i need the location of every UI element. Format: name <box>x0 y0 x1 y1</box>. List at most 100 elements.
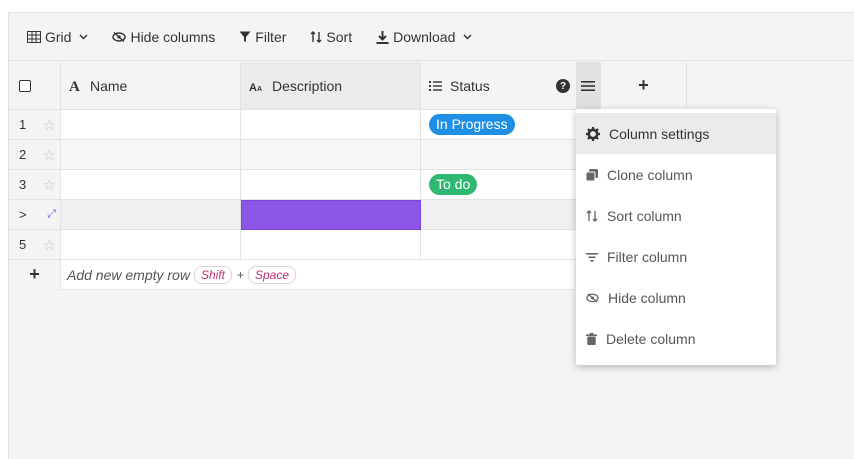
shortcut-plus: + <box>236 267 244 282</box>
table-row[interactable]: > ⤢ <box>9 200 577 230</box>
long-text-icon: AA <box>249 82 262 92</box>
column-header-name[interactable]: A Name <box>61 62 241 110</box>
filter-button[interactable]: Filter <box>231 22 294 52</box>
cell-status[interactable]: In Progress <box>421 110 577 140</box>
menu-item-label: Clone column <box>607 166 693 183</box>
chevron-down-icon <box>463 33 472 40</box>
column-header-label: Name <box>90 77 128 94</box>
menu-item-label: Hide column <box>608 289 686 306</box>
sort-icon <box>310 30 322 43</box>
toolbar: Grid Hide columns Filter Sort Download <box>9 13 854 61</box>
gear-icon <box>586 126 600 141</box>
star-icon[interactable]: ☆ <box>43 146 56 164</box>
select-all-cell <box>9 62 61 110</box>
row-number: 1 <box>19 117 27 132</box>
filter-icon <box>239 31 251 42</box>
star-icon[interactable]: ☆ <box>43 236 56 254</box>
eye-slash-icon <box>112 31 127 42</box>
row-number: 2 <box>19 147 27 162</box>
cell-description-selected[interactable] <box>241 200 421 230</box>
table-row[interactable]: 5 ☆ <box>9 230 577 260</box>
select-all-checkbox[interactable] <box>19 79 31 92</box>
status-badge: In Progress <box>429 114 515 135</box>
filter-label: Filter <box>255 28 287 45</box>
column-header-status[interactable]: Status ? <box>421 62 601 110</box>
row-handle[interactable]: 3 ☆ <box>9 170 61 200</box>
shortcut-key: Shift <box>193 265 232 284</box>
sort-button[interactable]: Sort <box>302 22 360 52</box>
add-column-button[interactable]: + <box>601 62 687 110</box>
cell-description[interactable] <box>241 170 421 200</box>
clone-icon <box>586 168 598 181</box>
star-icon[interactable]: ☆ <box>43 176 56 194</box>
add-column-plus: + <box>638 75 649 95</box>
expand-row-icon[interactable]: ⤢ <box>47 208 56 221</box>
row-expand-chevron[interactable]: > <box>19 207 27 222</box>
column-context-menu: Column settings Clone column Sort column… <box>576 109 776 365</box>
menu-item-delete-column[interactable]: Delete column <box>576 318 776 359</box>
column-header-label: Status <box>450 77 490 94</box>
menu-item-filter-column[interactable]: Filter column <box>576 236 776 277</box>
table-row[interactable]: 3 ☆ To do <box>9 170 577 200</box>
cell-description[interactable] <box>241 140 421 170</box>
cell-name[interactable] <box>61 110 241 140</box>
column-tools: ? <box>556 62 600 110</box>
cell-name[interactable] <box>61 200 241 230</box>
table-row[interactable]: 2 ☆ <box>9 140 577 170</box>
column-header-label: Description <box>272 77 343 94</box>
menu-item-column-settings[interactable]: Column settings <box>576 113 776 154</box>
row-handle[interactable]: 1 ☆ <box>9 110 61 140</box>
add-row-bar[interactable]: + Add new empty row Shift + Space <box>9 259 575 290</box>
cell-name[interactable] <box>61 140 241 170</box>
download-button[interactable]: Download <box>368 22 480 52</box>
sort-icon <box>586 209 598 222</box>
row-number: 3 <box>19 177 27 192</box>
download-icon <box>376 30 389 44</box>
star-icon[interactable]: ☆ <box>43 116 56 134</box>
row-handle[interactable]: 2 ☆ <box>9 140 61 170</box>
hamburger-icon <box>581 81 595 91</box>
table-row[interactable]: 1 ☆ In Progress <box>9 110 577 140</box>
row-handle[interactable]: > ⤢ <box>9 200 61 230</box>
add-row-text: Add new empty row <box>67 266 190 283</box>
menu-item-hide-column[interactable]: Hide column <box>576 277 776 318</box>
hide-columns-label: Hide columns <box>130 28 216 45</box>
shortcut-key: Space <box>247 265 297 284</box>
chevron-down-icon <box>79 33 88 40</box>
cell-status[interactable] <box>421 140 577 170</box>
cell-name[interactable] <box>61 170 241 200</box>
menu-item-label: Sort column <box>607 207 682 224</box>
status-badge: To do <box>429 174 478 195</box>
sort-label: Sort <box>326 28 353 45</box>
menu-item-label: Filter column <box>607 248 688 265</box>
svg-text:A: A <box>249 82 257 92</box>
eye-slash-icon <box>586 292 599 303</box>
menu-item-label: Column settings <box>609 125 710 142</box>
svg-text:A: A <box>257 86 262 92</box>
filter-icon <box>586 252 598 262</box>
cell-description[interactable] <box>241 230 421 260</box>
download-label: Download <box>393 28 456 45</box>
column-header-description[interactable]: AA Description <box>241 62 421 110</box>
cell-status[interactable]: To do <box>421 170 577 200</box>
column-menu-button[interactable] <box>576 62 600 110</box>
svg-text:A: A <box>69 79 80 92</box>
help-icon[interactable]: ? <box>556 79 570 93</box>
row-number: 5 <box>19 237 27 252</box>
menu-item-clone-column[interactable]: Clone column <box>576 154 776 195</box>
grid-icon <box>27 30 41 43</box>
add-row-button[interactable]: + <box>9 259 61 290</box>
grid-view-label: Grid <box>45 28 72 45</box>
text-type-icon: A <box>69 79 80 92</box>
cell-description[interactable] <box>241 110 421 140</box>
cell-status[interactable] <box>421 230 577 260</box>
grid-view-button[interactable]: Grid <box>19 22 96 52</box>
list-icon <box>429 80 442 91</box>
hide-columns-button[interactable]: Hide columns <box>104 22 223 52</box>
cell-name[interactable] <box>61 230 241 260</box>
cell-status[interactable] <box>421 200 577 230</box>
menu-item-sort-column[interactable]: Sort column <box>576 195 776 236</box>
row-handle[interactable]: 5 ☆ <box>9 230 61 260</box>
menu-item-label: Delete column <box>606 330 696 347</box>
header-row: A Name AA Description Status ? + <box>9 62 687 110</box>
